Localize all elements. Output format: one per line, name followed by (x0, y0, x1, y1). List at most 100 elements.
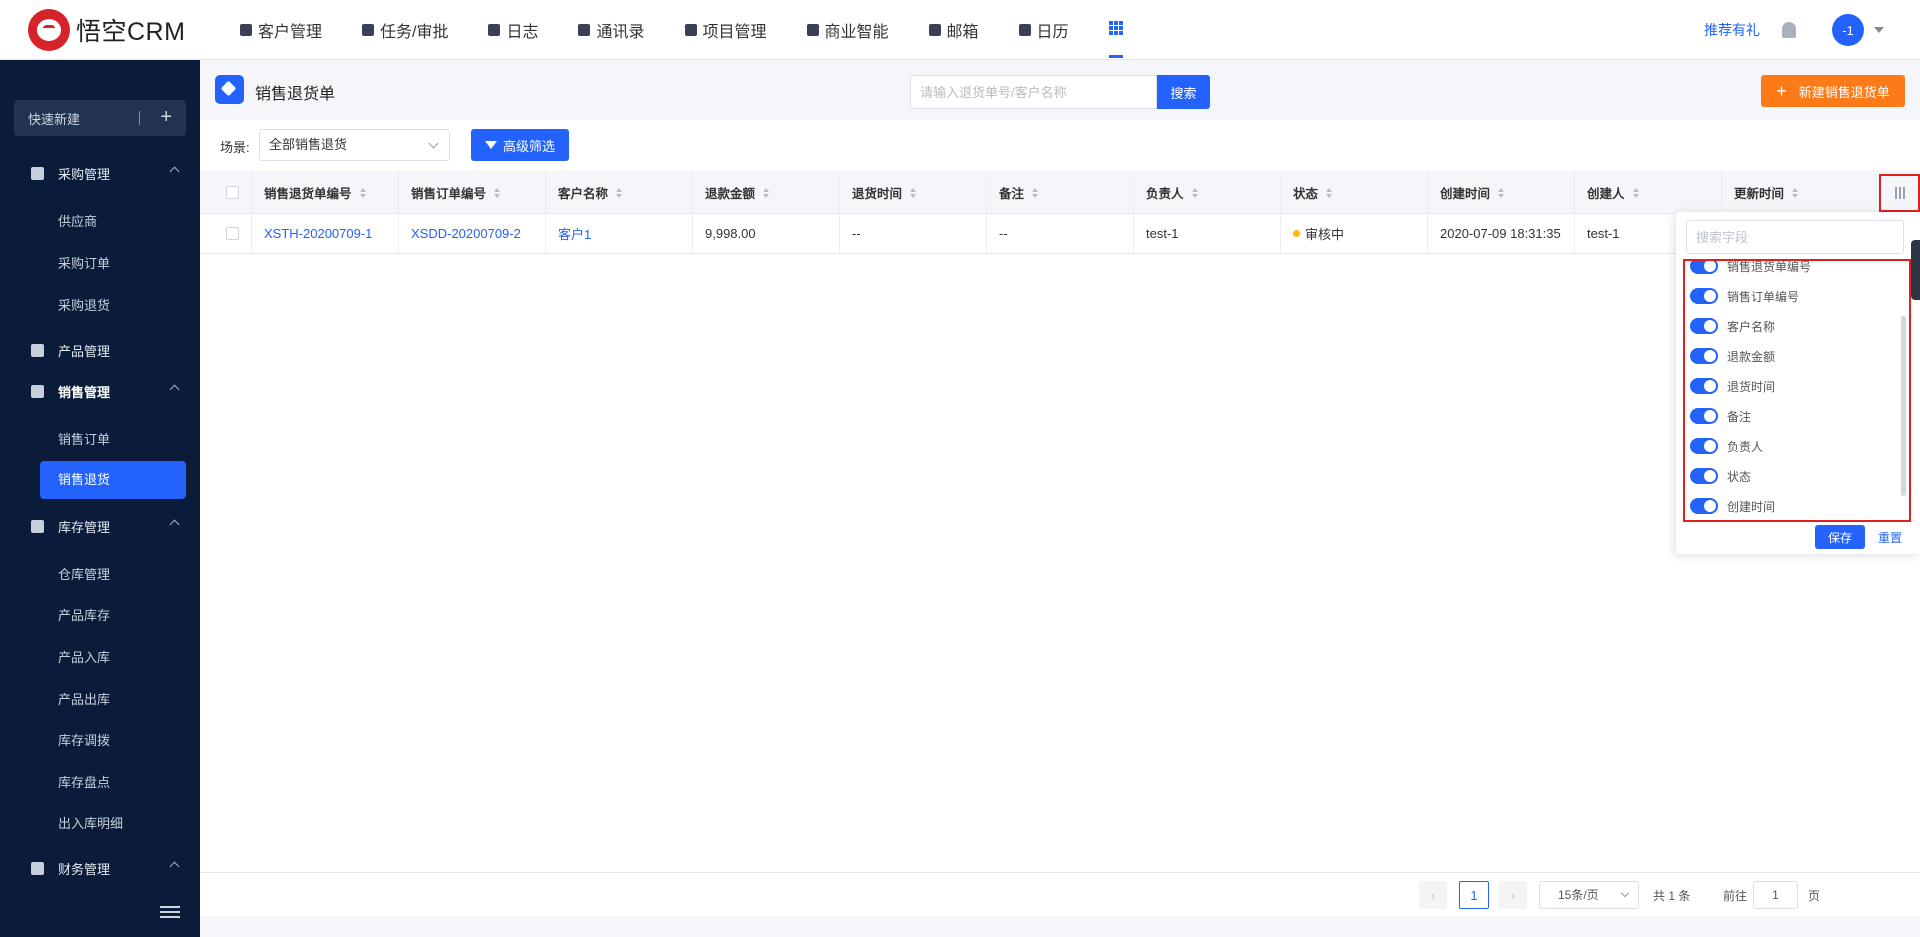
recommend-link[interactable]: 推荐有礼 (1704, 20, 1760, 40)
sidebar-item-purchase-return[interactable]: 采购退货 (58, 295, 110, 314)
nav-item-bi[interactable]: 商业智能 (806, 0, 889, 60)
new-sales-return-button[interactable]: + 新建销售退货单 (1761, 75, 1905, 107)
sort-icon[interactable] (1032, 187, 1039, 198)
field-toggle-item[interactable]: 销售订单编号 (1690, 286, 1799, 306)
sort-icon[interactable] (763, 187, 770, 198)
advanced-filter-button[interactable]: 高级筛选 (471, 129, 569, 161)
chevron-down-icon[interactable] (1874, 27, 1884, 33)
sort-icon[interactable] (1792, 187, 1799, 198)
sidebar-item-warehouse[interactable]: 仓库管理 (58, 564, 110, 583)
nav-item-mail[interactable]: 邮箱 (928, 0, 979, 60)
quick-new-button[interactable]: 快速新建 + (14, 100, 186, 136)
sidebar-item-stock-out[interactable]: 产品出库 (58, 689, 110, 708)
toggle-switch[interactable] (1690, 468, 1718, 484)
scene-select[interactable]: 全部销售退货 (259, 129, 450, 161)
goto-label: 前往 (1723, 889, 1748, 903)
sidebar-item-transfer[interactable]: 库存调拨 (58, 730, 110, 749)
column-header[interactable]: 备注 (987, 172, 1134, 213)
customer-link[interactable]: 客户1 (546, 214, 693, 253)
column-header[interactable]: 退货时间 (840, 172, 987, 213)
logo[interactable]: 悟空CRM (28, 8, 210, 51)
total-count: 共 1 条 (1653, 889, 1691, 903)
page-size-select[interactable]: 15条/页 (1539, 881, 1639, 909)
sidebar-item-purchase-order[interactable]: 采购订单 (58, 253, 110, 272)
field-toggle-item[interactable]: 创建时间 (1690, 496, 1775, 516)
checkbox[interactable] (226, 227, 239, 240)
nav-item-projects[interactable]: 项目管理 (684, 0, 767, 60)
top-navbar: 悟空CRM 客户管理 任务/审批 日志 通讯录 项目管理 商业智能 邮箱 日历 … (0, 0, 1920, 60)
nav-item-log[interactable]: 日志 (488, 0, 538, 60)
sidebar-group-inventory[interactable]: 库存管理 (0, 516, 200, 536)
reset-button[interactable]: 重置 (1878, 529, 1902, 546)
next-page-button[interactable]: › (1499, 881, 1527, 909)
row-checkbox-cell[interactable] (200, 214, 252, 253)
return-number-link[interactable]: XSTH-20200709-1 (252, 214, 399, 253)
toggle-switch[interactable] (1690, 318, 1718, 334)
nav-item-customer[interactable]: 客户管理 (240, 0, 322, 60)
column-header[interactable]: 创建人 (1575, 172, 1722, 213)
sidebar-item-stock[interactable]: 产品库存 (58, 605, 110, 624)
nav-item-contacts[interactable]: 通讯录 (578, 0, 645, 60)
sort-icon[interactable] (359, 187, 366, 198)
avatar[interactable]: -1 (1832, 14, 1864, 46)
field-toggle-item[interactable]: 负责人 (1690, 436, 1763, 456)
column-header[interactable]: 客户名称 (546, 172, 693, 213)
checkbox[interactable] (226, 186, 239, 199)
field-toggle-item[interactable]: 退款金额 (1690, 346, 1775, 366)
sidebar-item-sales-order[interactable]: 销售订单 (58, 429, 110, 448)
field-toggle-item[interactable]: 客户名称 (1690, 316, 1775, 336)
sidebar-group-sales[interactable]: 销售管理 (0, 381, 200, 401)
scrollbar[interactable] (1901, 316, 1906, 496)
field-search-input[interactable] (1686, 220, 1904, 254)
column-header[interactable]: 更新时间 (1722, 172, 1869, 213)
column-header[interactable]: 状态 (1281, 172, 1428, 213)
sort-icon[interactable] (494, 187, 501, 198)
column-header[interactable]: 退款金额 (693, 172, 840, 213)
table-row[interactable]: XSTH-20200709-1 XSDD-20200709-2 客户1 9,99… (200, 214, 1920, 254)
sidebar-item-detail[interactable]: 出入库明细 (58, 813, 123, 832)
page-number-current[interactable]: 1 (1459, 881, 1489, 909)
app-grid-icon[interactable] (1108, 21, 1123, 58)
sidebar-item-supplier[interactable]: 供应商 (58, 211, 97, 230)
toggle-switch[interactable] (1690, 378, 1718, 394)
field-toggle-item[interactable]: 退货时间 (1690, 376, 1775, 396)
search-input[interactable] (910, 75, 1157, 109)
column-header[interactable]: 销售退货单编号 (252, 172, 399, 213)
column-header[interactable]: 创建时间 (1428, 172, 1575, 213)
collapse-menu-icon[interactable] (160, 906, 180, 920)
sort-icon[interactable] (1632, 187, 1639, 198)
toggle-switch[interactable] (1690, 261, 1718, 274)
column-header[interactable]: 销售订单编号 (399, 172, 546, 213)
sort-icon[interactable] (910, 187, 917, 198)
sidebar-group-product[interactable]: 产品管理 (0, 340, 200, 360)
nav-item-calendar[interactable]: 日历 (1018, 0, 1069, 60)
sidebar-item-stock-in[interactable]: 产品入库 (58, 647, 110, 666)
bell-icon[interactable] (1782, 22, 1796, 38)
field-toggle-item[interactable]: 状态 (1690, 466, 1751, 486)
sort-icon[interactable] (1498, 187, 1505, 198)
toggle-switch[interactable] (1690, 498, 1718, 514)
side-drawer-handle[interactable] (1911, 240, 1920, 300)
toggle-switch[interactable] (1690, 438, 1718, 454)
sidebar-group-finance[interactable]: 财务管理 (0, 858, 200, 878)
field-toggle-item[interactable]: 销售退货单编号 (1690, 261, 1811, 276)
select-all-checkbox-cell[interactable] (200, 172, 252, 213)
search-button[interactable]: 搜索 (1157, 75, 1210, 109)
sidebar-item-check[interactable]: 库存盘点 (58, 772, 110, 791)
sidebar-item-sales-return[interactable]: 销售退货 (40, 461, 186, 499)
save-button[interactable]: 保存 (1815, 525, 1865, 549)
nav-item-tasks[interactable]: 任务/审批 (362, 0, 448, 60)
toggle-switch[interactable] (1690, 408, 1718, 424)
goto-page-input[interactable] (1753, 881, 1798, 909)
field-toggle-item[interactable]: 备注 (1690, 406, 1751, 426)
sidebar-group-purchase[interactable]: 采购管理 (0, 163, 200, 183)
column-settings-icon[interactable] (1879, 174, 1920, 212)
order-number-link[interactable]: XSDD-20200709-2 (399, 214, 546, 253)
sort-icon[interactable] (616, 187, 623, 198)
toggle-switch[interactable] (1690, 288, 1718, 304)
column-header[interactable]: 负责人 (1134, 172, 1281, 213)
sort-icon[interactable] (1326, 187, 1333, 198)
toggle-switch[interactable] (1690, 348, 1718, 364)
sort-icon[interactable] (1191, 187, 1198, 198)
prev-page-button[interactable]: ‹ (1419, 881, 1447, 909)
